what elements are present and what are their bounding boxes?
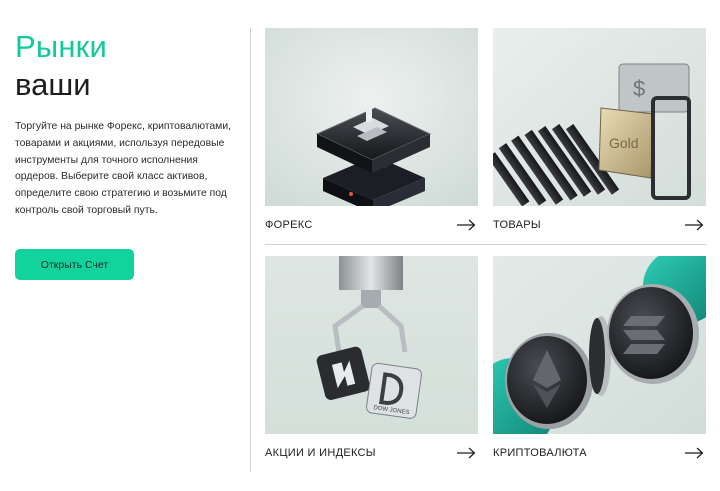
arrow-right-icon[interactable] <box>456 219 476 231</box>
market-card-commodities[interactable]: $ Gold ТОВАРЫ <box>493 28 706 244</box>
market-card-caption: ФОРЕКС <box>265 206 478 244</box>
market-card-label: АКЦИИ И ИНДЕКСЫ <box>265 447 376 459</box>
markets-section: Рынки ваши Торгуйте на рынке Форекс, кри… <box>0 0 720 491</box>
section-title-accent: Рынки <box>15 29 107 64</box>
arrow-right-icon[interactable] <box>684 219 704 231</box>
market-card-label: ТОВАРЫ <box>493 219 541 231</box>
arrow-right-icon[interactable] <box>684 447 704 459</box>
svg-text:Gold: Gold <box>609 135 639 151</box>
crypto-image <box>493 256 706 434</box>
market-card-caption: КРИПТОВАЛЮТА <box>493 434 706 472</box>
market-card-forex[interactable]: ФОРЕКС <box>265 28 478 244</box>
arrow-right-icon[interactable] <box>456 447 476 459</box>
intro-block: Рынки ваши Торгуйте на рынке Форекс, кри… <box>15 28 243 220</box>
commodities-image: $ Gold <box>493 28 706 206</box>
market-card-label: КРИПТОВАЛЮТА <box>493 447 587 459</box>
vertical-divider <box>250 28 251 472</box>
market-card-crypto[interactable]: КРИПТОВАЛЮТА <box>493 256 706 472</box>
forex-image <box>265 28 478 206</box>
open-account-button[interactable]: Открыть Счет <box>15 249 134 280</box>
market-card-caption: АКЦИИ И ИНДЕКСЫ <box>265 434 478 472</box>
section-description: Торгуйте на рынке Форекс, криптовалютами… <box>15 121 232 216</box>
stocks-indices-image: DOW JONES <box>265 256 478 434</box>
market-card-caption: ТОВАРЫ <box>493 206 706 244</box>
section-title: ваши <box>15 67 91 102</box>
market-card-label: ФОРЕКС <box>265 219 313 231</box>
row-divider <box>265 244 706 245</box>
market-card-stocks-indices[interactable]: DOW JONES АКЦИИ И ИНДЕКСЫ <box>265 256 478 472</box>
svg-text:$: $ <box>633 76 645 101</box>
